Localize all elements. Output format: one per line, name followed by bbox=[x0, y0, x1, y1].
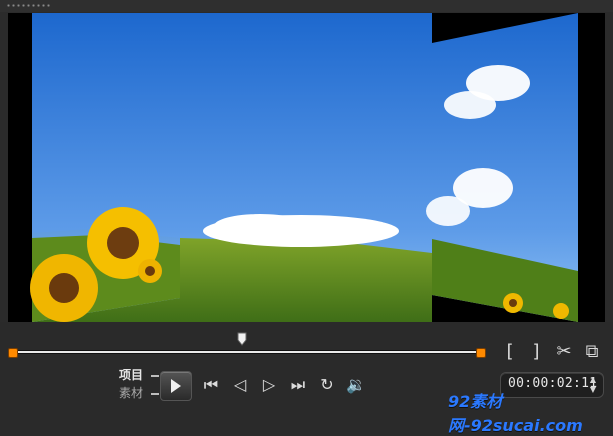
project-mode-label: 项目 bbox=[119, 368, 144, 382]
drag-grip-icon[interactable] bbox=[6, 4, 52, 7]
previous-frame-icon[interactable]: ◁ bbox=[230, 375, 250, 395]
timeline-scrub-bar[interactable] bbox=[8, 346, 486, 358]
transport-controls: ⏮ ◁ ▷ ⏭ ↻ 🔉 bbox=[201, 375, 371, 395]
watermark-text: 92素材网-92sucai.com bbox=[448, 392, 583, 435]
mark-in-icon[interactable]: [ bbox=[498, 340, 522, 364]
trim-start-handle[interactable] bbox=[8, 348, 18, 358]
play-icon bbox=[171, 379, 181, 393]
panel-title-bar[interactable] bbox=[0, 0, 613, 12]
project-mode-indicator bbox=[151, 375, 159, 377]
video-frame-image bbox=[8, 13, 605, 322]
video-preview-player: [ ] ✂ ⧉ 项目 素材 ⏮ ◁ ▷ ⏭ ↻ 🔉 00:00:02:11 ▲ … bbox=[0, 0, 613, 435]
timeline-track[interactable] bbox=[14, 350, 480, 354]
mark-out-icon[interactable]: ] bbox=[524, 340, 548, 364]
home-icon[interactable]: ⏮ bbox=[201, 375, 221, 395]
preview-window[interactable] bbox=[8, 13, 605, 322]
scissors-icon[interactable]: ✂ bbox=[552, 340, 576, 364]
timecode-up-icon[interactable]: ▲ bbox=[587, 375, 599, 385]
clip-mode-indicator bbox=[151, 393, 159, 395]
enlarge-preview-icon[interactable]: ⧉ bbox=[580, 340, 604, 364]
edit-tools: [ ] ✂ ⧉ bbox=[498, 340, 608, 364]
play-button[interactable] bbox=[160, 371, 192, 401]
end-icon[interactable]: ⏭ bbox=[288, 375, 308, 395]
playhead-scrubber[interactable] bbox=[236, 332, 248, 346]
next-frame-icon[interactable]: ▷ bbox=[259, 375, 279, 395]
clip-mode-label: 素材 bbox=[119, 386, 144, 400]
mode-selector: 项目 素材 bbox=[119, 367, 159, 401]
volume-icon[interactable]: 🔉 bbox=[346, 375, 366, 395]
project-mode-button[interactable]: 项目 bbox=[119, 367, 159, 383]
clip-mode-button[interactable]: 素材 bbox=[119, 385, 159, 401]
repeat-icon[interactable]: ↻ bbox=[317, 375, 337, 395]
trim-end-handle[interactable] bbox=[476, 348, 486, 358]
